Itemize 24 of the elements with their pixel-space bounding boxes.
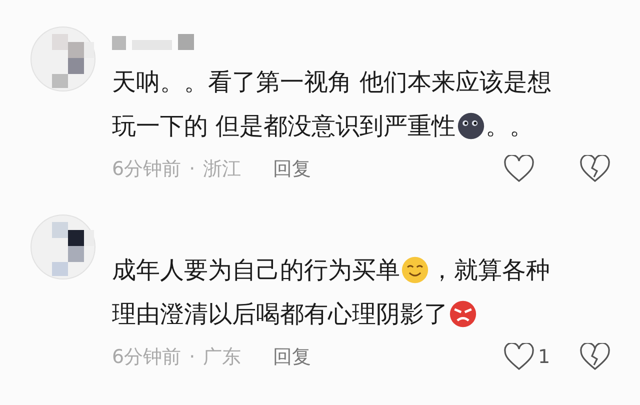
comment-text: 。。 xyxy=(486,111,534,142)
dark-face-emoji-icon xyxy=(456,112,485,140)
comment-location: 浙江 xyxy=(203,157,242,182)
avatar-icon xyxy=(30,26,96,92)
comment-time: 6分钟前 xyxy=(112,345,182,370)
separator-dot: · xyxy=(189,158,196,180)
like-count: 1 xyxy=(537,346,552,368)
comment-time: 6分钟前 xyxy=(112,157,182,182)
smiling-face-emoji-icon xyxy=(401,256,429,284)
separator-dot: · xyxy=(189,346,196,368)
comment-text: 理由澄清以后喝都有心理阴影了 xyxy=(112,299,448,330)
broken-heart-icon[interactable] xyxy=(580,343,610,371)
broken-heart-icon[interactable] xyxy=(580,155,610,183)
comment-text: 玩一下的 但是都没意识到严重性 xyxy=(112,111,456,142)
reply-link[interactable]: 回复 xyxy=(273,156,312,182)
heart-icon[interactable] xyxy=(504,343,534,371)
comment-location: 广东 xyxy=(203,345,242,370)
comment-text: 天呐。。看了第一视角 他们本来应该是想 xyxy=(112,67,552,98)
reply-link[interactable]: 回复 xyxy=(273,344,312,370)
comment-text: ，就算各种 xyxy=(430,255,550,286)
comment-text: 成年人要为自己的行为买单 xyxy=(112,255,400,286)
avatar-icon xyxy=(30,214,96,280)
heart-icon[interactable] xyxy=(504,155,534,183)
angry-face-emoji-icon xyxy=(449,300,477,328)
